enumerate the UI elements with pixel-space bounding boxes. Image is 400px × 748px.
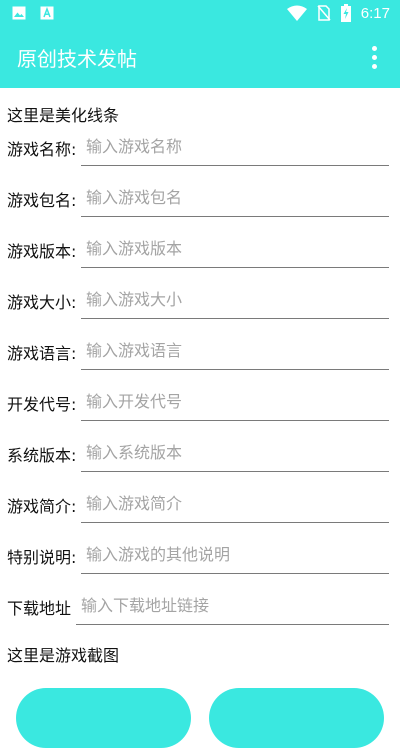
status-left-icons — [12, 6, 54, 20]
field-label: 游戏语言: — [7, 344, 77, 363]
decor-line-label: 这里是美化线条 — [7, 106, 120, 125]
field-label: 开发代号: — [7, 395, 77, 414]
form-row-system-version: 系统版本: — [7, 432, 389, 472]
form-row-game-version: 游戏版本: — [7, 228, 389, 268]
system-version-input[interactable] — [81, 440, 389, 472]
game-name-input[interactable] — [81, 134, 389, 166]
form-row-game-intro: 游戏简介: — [7, 483, 389, 523]
field-label: 游戏包名: — [7, 191, 77, 210]
form-row-download-url: 下载地址 — [7, 585, 389, 625]
form-row-dev-codename: 开发代号: — [7, 381, 389, 421]
field-label: 游戏名称: — [7, 140, 77, 159]
screenshot-section-label: 这里是游戏截图 — [7, 646, 120, 665]
field-label: 下载地址 — [7, 599, 72, 618]
download-url-input[interactable] — [76, 593, 389, 625]
field-label: 系统版本: — [7, 446, 77, 465]
game-language-input[interactable] — [81, 338, 389, 370]
right-action-button[interactable] — [209, 688, 384, 748]
form-row-game-language: 游戏语言: — [7, 330, 389, 370]
status-time: 6:17 — [360, 4, 390, 22]
field-label: 游戏版本: — [7, 242, 77, 261]
field-label: 特别说明: — [7, 548, 77, 567]
battery-charging-icon — [340, 4, 351, 22]
image-icon — [12, 6, 26, 20]
left-action-button[interactable] — [16, 688, 191, 748]
status-bar: 6:17 — [0, 0, 400, 28]
status-right-icons: 6:17 — [286, 4, 390, 22]
game-size-input[interactable] — [81, 287, 389, 319]
game-version-input[interactable] — [81, 236, 389, 268]
form-row-game-size: 游戏大小: — [7, 279, 389, 319]
dev-codename-input[interactable] — [81, 389, 389, 421]
toolbar-title: 原创技术发帖 — [17, 47, 137, 71]
field-label: 游戏大小: — [7, 293, 77, 312]
field-label: 游戏简介: — [7, 497, 77, 516]
no-sim-icon — [317, 5, 331, 21]
form-row-package-name: 游戏包名: — [7, 177, 389, 217]
more-vert-icon[interactable] — [372, 46, 378, 70]
form-row-special-notes: 特别说明: — [7, 534, 389, 574]
game-intro-input[interactable] — [81, 491, 389, 523]
special-notes-input[interactable] — [81, 542, 389, 574]
app-toolbar: 原创技术发帖 — [0, 28, 400, 88]
a-icon — [40, 6, 54, 20]
form-row-game-name: 游戏名称: — [7, 126, 389, 166]
package-name-input[interactable] — [81, 185, 389, 217]
wifi-icon — [286, 5, 307, 21]
